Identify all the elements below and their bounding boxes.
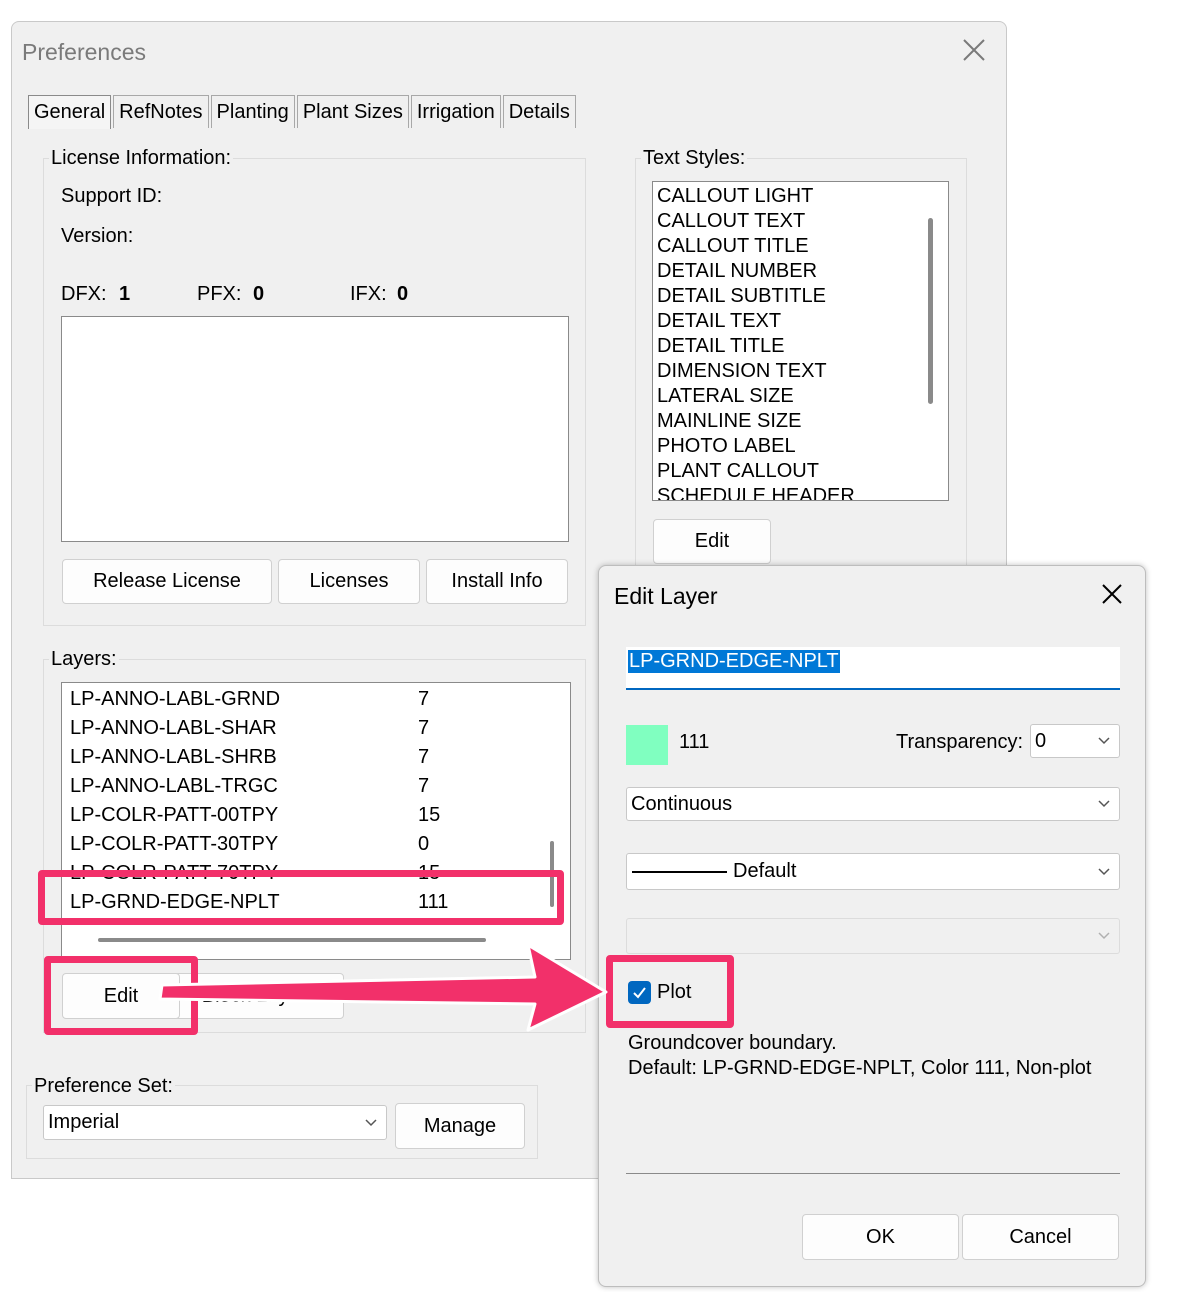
preference-set-label: Preference Set:: [32, 1075, 175, 1098]
layer-row[interactable]: LP-ANNO-LABL-TRGC 7: [70, 772, 540, 801]
install-info-button[interactable]: Install Info: [426, 559, 568, 604]
layer-name: LP-COLR-PATT-00TPY: [70, 804, 279, 826]
version-label: Version:: [61, 225, 134, 247]
text-style-item[interactable]: DETAIL TEXT: [653, 309, 928, 334]
lineweight-value: Default: [733, 860, 797, 882]
layer-name: LP-COLR-PATT-30TPY: [70, 833, 279, 855]
chevron-down-icon: [1098, 867, 1110, 875]
edit-layer-dialog: Edit Layer LP-GRND-EDGE-NPLT 111 Transpa…: [598, 565, 1146, 1287]
dialog-title: Edit Layer: [614, 583, 718, 609]
window-title: Preferences: [22, 39, 147, 65]
text-style-item[interactable]: DETAIL SUBTITLE: [653, 284, 928, 309]
color-value: 111: [679, 731, 710, 753]
layer-color: 15: [418, 804, 441, 826]
text-styles-list[interactable]: CALLOUT LIGHT CALLOUT TEXT CALLOUT TITLE DE…: [652, 181, 949, 501]
layer-color: 7: [418, 746, 430, 768]
layer-row[interactable]: LP-ANNO-LABL-SHRB 7: [70, 743, 540, 772]
layer-row[interactable]: LP-COLR-PATT-00TPY 15: [70, 801, 540, 830]
layer-row[interactable]: LP-ANNO-LABL-GRND 7: [70, 685, 540, 714]
preference-set-select[interactable]: Imperial: [43, 1105, 387, 1140]
text-style-item[interactable]: PHOTO LABEL: [653, 434, 928, 459]
layer-name: LP-ANNO-LABL-GRND: [70, 688, 281, 710]
text-style-item[interactable]: PLANT CALLOUT: [653, 459, 928, 484]
text-styles-items: CALLOUT LIGHT CALLOUT TEXT CALLOUT TITLE DE…: [653, 184, 928, 500]
layer-color: 7: [418, 775, 430, 797]
layers-label: Layers:: [49, 648, 119, 671]
color-swatch[interactable]: [626, 725, 668, 765]
plot-highlight-box: [606, 955, 734, 1028]
ifx-label: IFX:: [350, 283, 387, 305]
layer-color: 7: [418, 688, 430, 710]
dfx-value: 1: [119, 283, 131, 305]
support-id-label: Support ID:: [61, 185, 163, 207]
text-styles-scrollbar[interactable]: [928, 218, 933, 404]
tab-general[interactable]: General: [28, 95, 112, 129]
chevron-down-icon: [1098, 932, 1110, 940]
chevron-down-icon: [1098, 800, 1110, 808]
text-style-item[interactable]: CALLOUT LIGHT: [653, 184, 928, 209]
text-style-item[interactable]: DIMENSION TEXT: [653, 359, 928, 384]
layer-name: LP-ANNO-LABL-TRGC: [70, 775, 278, 797]
manage-button[interactable]: Manage: [395, 1103, 525, 1149]
layer-name-input[interactable]: LP-GRND-EDGE-NPLT: [626, 647, 1120, 690]
tab-strip: General RefNotes Planting Plant Sizes Ir…: [28, 95, 578, 129]
edit-highlight-box: [44, 956, 198, 1035]
text-style-edit-button[interactable]: Edit: [653, 519, 771, 564]
dfx-label: DFX:: [61, 283, 107, 305]
lineweight-select[interactable]: Default: [626, 853, 1120, 890]
linetype-value: Continuous: [631, 792, 733, 815]
transparency-select[interactable]: 0: [1030, 724, 1120, 758]
licenses-button[interactable]: Licenses: [278, 559, 420, 604]
tab-planting[interactable]: Planting: [210, 95, 295, 128]
tab-refnotes[interactable]: RefNotes: [113, 95, 209, 128]
tab-details[interactable]: Details: [502, 95, 576, 128]
description-box[interactable]: Groundcover boundary. Default: LP-GRND-E…: [626, 1028, 1120, 1174]
chevron-down-icon: [1098, 737, 1110, 745]
ok-button[interactable]: OK: [802, 1214, 959, 1260]
pfx-label: PFX:: [197, 283, 242, 305]
block-layers-button[interactable]: Block Layers: [174, 973, 344, 1019]
text-style-item[interactable]: DETAIL TITLE: [653, 334, 928, 359]
linetype-select[interactable]: Continuous: [626, 787, 1120, 821]
plot-style-select: [626, 918, 1120, 954]
pfx-value: 0: [253, 283, 265, 305]
license-label: License Information:: [49, 147, 234, 170]
text-style-item[interactable]: DETAIL NUMBER: [653, 259, 928, 284]
close-icon[interactable]: [958, 34, 990, 66]
layer-row[interactable]: LP-COLR-PATT-30TPY 0: [70, 830, 540, 859]
layer-name: LP-ANNO-LABL-SHAR: [70, 717, 277, 739]
chevron-down-icon: [365, 1118, 377, 1126]
text-style-item[interactable]: CALLOUT TITLE: [653, 234, 928, 259]
release-license-button[interactable]: Release License: [62, 559, 272, 604]
layer-row[interactable]: LP-ANNO-LABL-SHAR 7: [70, 714, 540, 743]
text-style-item[interactable]: LATERAL SIZE: [653, 384, 928, 409]
tab-irrigation[interactable]: Irrigation: [410, 95, 501, 128]
lineweight-sample: [632, 871, 727, 873]
tab-plant-sizes[interactable]: Plant Sizes: [296, 95, 409, 128]
text-style-item[interactable]: SCHEDULE HEADER: [653, 484, 928, 500]
license-info-box[interactable]: [61, 316, 569, 542]
transparency-value: 0: [1035, 729, 1047, 752]
description-line-1: Groundcover boundary.: [628, 1032, 837, 1054]
close-icon[interactable]: [1097, 579, 1127, 609]
ifx-value: 0: [397, 283, 409, 305]
cancel-button[interactable]: Cancel: [962, 1214, 1119, 1260]
layer-color: 0: [418, 833, 430, 855]
text-style-item[interactable]: CALLOUT TEXT: [653, 209, 928, 234]
transparency-label: Transparency:: [896, 731, 1024, 753]
layer-highlight-box: [38, 870, 564, 925]
layer-name: LP-ANNO-LABL-SHRB: [70, 746, 277, 768]
description-line-2: Default: LP-GRND-EDGE-NPLT, Color 111, N…: [628, 1057, 1092, 1079]
preference-set-value: Imperial: [48, 1111, 120, 1133]
layers-hscroll[interactable]: [98, 938, 486, 942]
text-styles-label: Text Styles:: [641, 147, 748, 170]
layer-name-text: LP-GRND-EDGE-NPLT: [628, 650, 840, 673]
layer-color: 7: [418, 717, 430, 739]
text-style-item[interactable]: MAINLINE SIZE: [653, 409, 928, 434]
